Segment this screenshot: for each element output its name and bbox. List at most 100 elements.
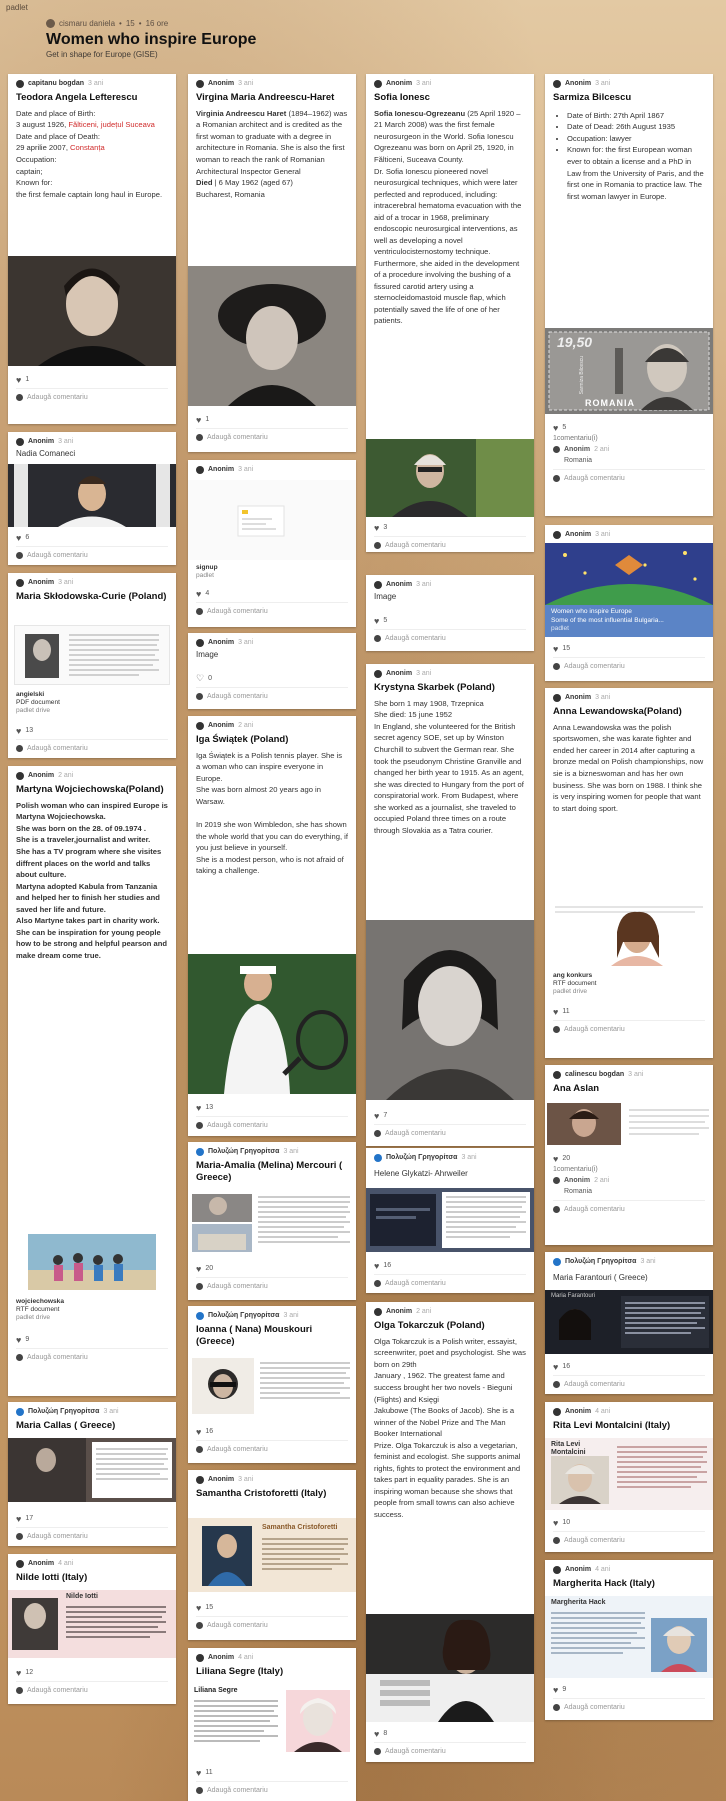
heart-icon[interactable]: ♥	[553, 644, 558, 654]
post-card[interactable]: Πολυζώη Γρηγορίτσα 3 ani Ioanna ( Nana) M…	[188, 1306, 356, 1463]
add-comment-button[interactable]: Adaugă comentariu	[207, 693, 268, 700]
heart-icon[interactable]: ♥	[196, 415, 201, 425]
document-preview[interactable]: Liliana Segre	[188, 1684, 356, 1758]
link-info[interactable]: signup padlet	[196, 564, 218, 580]
post-card[interactable]: Anonim 4 ani Margherita Hack (Italy) Marg…	[545, 1560, 713, 1720]
avatar[interactable]	[196, 721, 204, 730]
document-preview[interactable]	[545, 1101, 713, 1147]
heart-icon[interactable]: ♥	[16, 1335, 21, 1345]
avatar[interactable]	[196, 79, 204, 88]
add-comment-button[interactable]: Adaugă comentariu	[385, 1130, 446, 1137]
post-card[interactable]: capitanu bogdan 3 ani Teodora Angela Left…	[8, 74, 176, 424]
avatar[interactable]	[553, 79, 561, 88]
avatar[interactable]	[196, 1475, 204, 1484]
avatar[interactable]	[553, 530, 561, 539]
link-preview-image[interactable]	[188, 480, 356, 560]
add-comment-button[interactable]: Adaugă comentariu	[564, 663, 625, 670]
avatar[interactable]	[196, 465, 204, 474]
avatar[interactable]	[16, 1407, 24, 1416]
add-comment-button[interactable]: Adaugă comentariu	[207, 608, 268, 615]
avatar[interactable]	[16, 578, 24, 587]
avatar[interactable]	[196, 1653, 204, 1662]
document-preview[interactable]	[551, 902, 707, 966]
heart-icon[interactable]: ♥	[196, 1264, 201, 1274]
document-preview[interactable]	[188, 1354, 356, 1418]
post-card[interactable]: Anonim 4 ani Nilde Iotti (Italy) Nilde Io…	[8, 1554, 176, 1704]
avatar[interactable]	[16, 437, 24, 446]
avatar[interactable]	[196, 1147, 204, 1156]
post-card[interactable]: Anonim 3 ani Virgina Maria Andreescu-Hare…	[188, 74, 356, 452]
heart-icon[interactable]: ♥	[16, 1668, 21, 1678]
add-comment-button[interactable]: Adaugă comentariu	[27, 1533, 88, 1540]
document-preview[interactable]: Rita Levi Montalcini	[545, 1438, 713, 1510]
heart-icon[interactable]: ♥	[374, 1729, 379, 1739]
document-preview[interactable]	[188, 1190, 356, 1256]
post-card[interactable]: Anonim 2 ani Olga Tokarczuk (Poland) Olga…	[366, 1302, 534, 1762]
attachment-info[interactable]: ang konkurs RTF document padlet drive	[553, 972, 597, 997]
heart-icon[interactable]: ♥	[374, 616, 379, 626]
portrait-photo[interactable]	[366, 920, 534, 1100]
heart-icon[interactable]: ♥	[553, 1518, 558, 1528]
add-comment-button[interactable]: Adaugă comentariu	[27, 394, 88, 401]
post-card[interactable]: Πολυζώη Γρηγορίτσα 3 ani Maria Callas ( G…	[8, 1402, 176, 1546]
heart-icon[interactable]: ♥	[374, 1261, 379, 1271]
post-card[interactable]: Anonim 2 ani Iga Świątek (Poland) Iga Świ…	[188, 716, 356, 1136]
attachment-info[interactable]: angielski PDF document padlet drive	[16, 691, 60, 716]
heart-icon[interactable]: ♥	[16, 726, 21, 736]
heart-icon[interactable]: ♥	[16, 533, 21, 543]
add-comment-button[interactable]: Adaugă comentariu	[207, 1446, 268, 1453]
portrait-photo[interactable]	[8, 256, 176, 366]
avatar[interactable]	[553, 1070, 561, 1079]
portrait-photo[interactable]	[366, 1614, 534, 1722]
post-card[interactable]: Anonim 3 ani Image ♡ 0 Adaugă comentariu	[188, 633, 356, 709]
heart-icon[interactable]: ♥	[196, 1427, 201, 1437]
heart-icon[interactable]: ♥	[16, 375, 21, 385]
avatar[interactable]	[374, 79, 382, 88]
post-card[interactable]: Anonim 3 ani Sofia Ionesc Sofia Ionescu-O…	[366, 74, 534, 552]
deathplace-link[interactable]: Constanța	[70, 143, 105, 152]
post-card[interactable]: Πολυζώη Γρηγορίτσα 3 ani Maria Farantouri…	[545, 1252, 713, 1394]
document-preview[interactable]	[366, 1188, 534, 1252]
heart-icon[interactable]: ♥	[553, 1685, 558, 1695]
avatar[interactable]	[374, 1153, 382, 1162]
add-comment-button[interactable]: Adaugă comentariu	[27, 552, 88, 559]
post-card[interactable]: Πολυζώη Γρηγορίτσα 3 ani Maria-Amalia (Me…	[188, 1142, 356, 1300]
avatar[interactable]	[374, 580, 382, 589]
add-comment-button[interactable]: Adaugă comentariu	[27, 745, 88, 752]
post-card[interactable]: Anonim 3 ani signup padlet ♥ 4 Adaugă come…	[188, 460, 356, 627]
heart-outline-icon[interactable]: ♡	[196, 673, 204, 684]
post-card[interactable]: Anonim 4 ani Rita Levi Montalcini (Italy)…	[545, 1402, 713, 1552]
owner-name[interactable]: cismaru daniela	[59, 19, 115, 28]
add-comment-button[interactable]: Adaugă comentariu	[385, 1748, 446, 1755]
post-card[interactable]: Πολυζώη Γρηγορίτσα 3 ani Helene Glykatzi-…	[366, 1148, 534, 1293]
post-card[interactable]: Anonim 3 ani Samantha Cristoforetti (Ital…	[188, 1470, 356, 1640]
document-preview[interactable]: Maria Farantouri	[545, 1290, 713, 1354]
add-comment-button[interactable]: Adaugă comentariu	[564, 1381, 625, 1388]
comments-count[interactable]: 1comentariu(i)	[553, 1164, 705, 1175]
post-card[interactable]: Anonim 2 ani Martyna Wojciechowska(Poland…	[8, 766, 176, 1396]
avatar[interactable]	[374, 1307, 382, 1316]
avatar[interactable]	[16, 79, 24, 88]
stamp-photo[interactable]: 19,50 ROMANIA Sarmiza Bilcescu	[545, 328, 713, 414]
post-card[interactable]: Anonim 4 ani Liliana Segre (Italy) Lilian…	[188, 1648, 356, 1801]
heart-icon[interactable]: ♥	[16, 1514, 21, 1524]
add-comment-button[interactable]: Adaugă comentariu	[207, 434, 268, 441]
avatar[interactable]	[16, 1559, 24, 1568]
padlet-logo[interactable]: padlet	[6, 3, 28, 12]
heart-icon[interactable]: ♥	[553, 1154, 558, 1164]
post-card[interactable]: calinescu bogdan 3 ani Ana Aslan ♥ 20 1com…	[545, 1065, 713, 1245]
document-preview[interactable]: Samantha Cristoforetti	[188, 1518, 356, 1592]
add-comment-button[interactable]: Adaugă comentariu	[207, 1787, 268, 1794]
portrait-photo[interactable]	[188, 266, 356, 406]
add-comment-button[interactable]: Adaugă comentariu	[27, 1354, 88, 1361]
post-card[interactable]: Anonim 3 ani Nadia Comaneci ♥ 6 Adaugă com…	[8, 432, 176, 565]
avatar[interactable]	[16, 771, 24, 780]
heart-icon[interactable]: ♥	[374, 523, 379, 533]
portrait-photo[interactable]	[366, 439, 534, 517]
gymnast-photo[interactable]	[8, 464, 176, 527]
tennis-photo[interactable]	[188, 954, 356, 1094]
add-comment-button[interactable]: Adaugă comentariu	[385, 1280, 446, 1287]
heart-icon[interactable]: ♥	[553, 1007, 558, 1017]
document-preview[interactable]	[14, 625, 170, 685]
group-photo[interactable]	[28, 1234, 156, 1290]
